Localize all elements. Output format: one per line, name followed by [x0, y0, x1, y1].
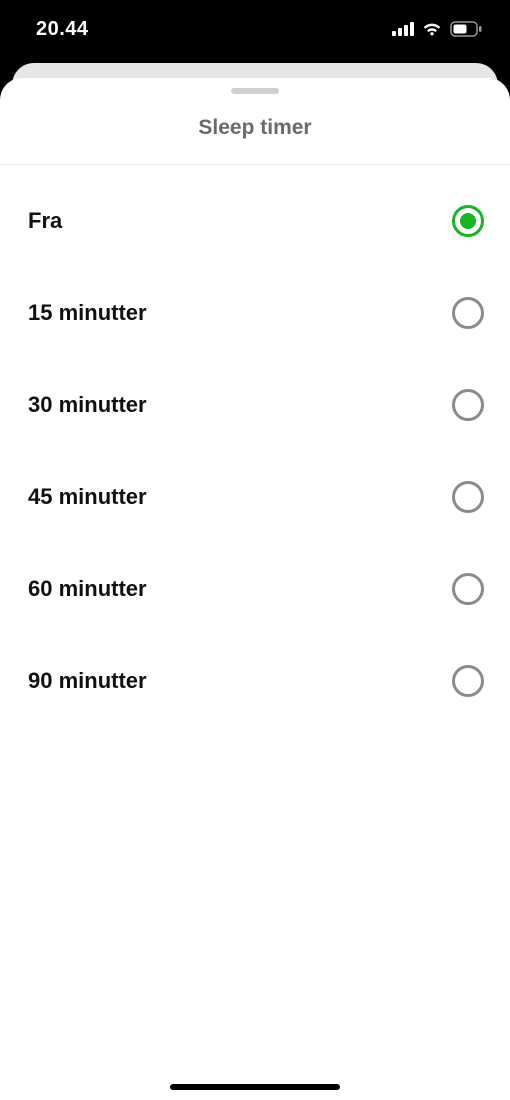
option-60-min[interactable]: 60 minutter [0, 543, 510, 635]
options-list: Fra 15 minutter 30 minutter 45 minutter … [0, 165, 510, 727]
radio-selected-icon [452, 205, 484, 237]
option-off[interactable]: Fra [0, 175, 510, 267]
status-time: 20.44 [36, 18, 89, 41]
sheet-grabber[interactable] [231, 88, 279, 94]
option-label: 90 minutter [28, 668, 147, 694]
radio-unselected-icon [452, 481, 484, 513]
option-label: Fra [28, 208, 62, 234]
status-icons [392, 21, 482, 37]
radio-unselected-icon [452, 297, 484, 329]
option-label: 30 minutter [28, 392, 147, 418]
option-30-min[interactable]: 30 minutter [0, 359, 510, 451]
radio-unselected-icon [452, 389, 484, 421]
home-indicator[interactable] [170, 1084, 340, 1090]
sheet-title: Sleep timer [0, 116, 510, 140]
radio-unselected-icon [452, 573, 484, 605]
option-label: 15 minutter [28, 300, 147, 326]
status-bar: 20.44 [0, 0, 510, 58]
cellular-icon [392, 22, 414, 36]
option-label: 60 minutter [28, 576, 147, 602]
radio-unselected-icon [452, 665, 484, 697]
option-45-min[interactable]: 45 minutter [0, 451, 510, 543]
option-15-min[interactable]: 15 minutter [0, 267, 510, 359]
battery-icon [450, 21, 482, 37]
option-label: 45 minutter [28, 484, 147, 510]
sleep-timer-sheet: Sleep timer Fra 15 minutter 30 minutter … [0, 78, 510, 1100]
wifi-icon [421, 21, 443, 37]
option-90-min[interactable]: 90 minutter [0, 635, 510, 727]
